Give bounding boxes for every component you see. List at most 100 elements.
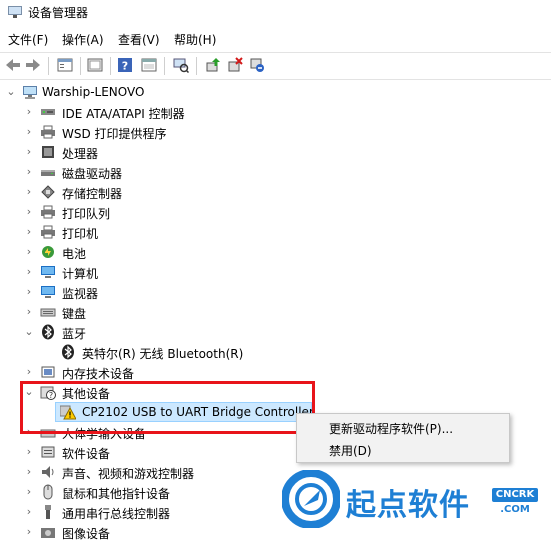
tree-item-computer[interactable]: › 计算机 <box>0 262 551 282</box>
disable-menu-item[interactable]: 禁用(D) <box>329 442 372 459</box>
tree-item-label: 监视器 <box>62 287 99 301</box>
svg-text:?: ? <box>49 391 53 400</box>
chevron-right-icon[interactable]: › <box>24 486 34 498</box>
menu-bar: 文件(F) 操作(A) 查看(V) 帮助(H) <box>0 28 551 50</box>
tree-item-label: CP2102 USB to UART Bridge Controller <box>82 405 314 419</box>
view-icon[interactable] <box>140 56 158 74</box>
tree-item-label: 处理器 <box>62 147 99 161</box>
chevron-right-icon[interactable]: › <box>24 226 34 238</box>
disk-drive-icon <box>40 164 56 180</box>
disable-device-icon[interactable] <box>248 56 266 74</box>
chevron-right-icon[interactable]: › <box>24 166 34 178</box>
scan-hardware-icon[interactable] <box>172 56 190 74</box>
window-title: 设备管理器 <box>28 6 89 20</box>
chevron-right-icon[interactable]: › <box>24 286 34 298</box>
tree-item-label: 人体学输入设备 <box>62 427 147 441</box>
monitor-icon <box>40 284 56 300</box>
chevron-right-icon[interactable]: › <box>24 106 34 118</box>
update-driver-menu-item[interactable]: 更新驱动程序软件(P)... <box>329 420 453 437</box>
tree-item-label: 打印队列 <box>62 207 111 221</box>
chevron-down-icon[interactable]: ⌄ <box>6 86 16 98</box>
update-driver-icon[interactable] <box>204 56 222 74</box>
device-manager-icon <box>8 6 22 18</box>
chevron-right-icon[interactable]: › <box>24 126 34 138</box>
tree-item-monitor[interactable]: › 监视器 <box>0 282 551 302</box>
watermark-logo-icon <box>281 469 341 529</box>
chevron-down-icon[interactable]: ⌄ <box>24 386 34 398</box>
tree-item-memory[interactable]: › 内存技术设备 <box>0 362 551 382</box>
chevron-right-icon[interactable]: › <box>24 246 34 258</box>
tree-item-processor[interactable]: › 处理器 <box>0 142 551 162</box>
chevron-right-icon[interactable]: › <box>24 466 34 478</box>
ide-controller-icon <box>40 104 56 120</box>
mouse-icon <box>40 484 56 500</box>
tree-item-label: 图像设备 <box>62 527 111 541</box>
tree-item-label: 打印机 <box>62 227 99 241</box>
menu-help[interactable]: 帮助(H) <box>174 31 216 48</box>
chevron-right-icon[interactable]: › <box>24 426 34 438</box>
tree-item-label: 磁盘驱动器 <box>62 167 123 181</box>
menu-view[interactable]: 查看(V) <box>118 31 160 48</box>
printer-icon <box>40 224 56 240</box>
tree-item-label: 键盘 <box>62 307 87 321</box>
tree-item-keyboard[interactable]: › 键盘 <box>0 302 551 322</box>
chevron-right-icon[interactable]: › <box>24 526 34 538</box>
watermark-domain: .COM <box>500 504 530 515</box>
hid-icon <box>40 424 56 440</box>
computer-icon <box>40 264 56 280</box>
tree-item-print-queue[interactable]: › 打印队列 <box>0 202 551 222</box>
keyboard-icon <box>40 304 56 320</box>
chevron-right-icon[interactable]: › <box>24 266 34 278</box>
watermark-badge: CNCRK <box>492 488 538 502</box>
usb-icon <box>40 504 56 520</box>
printer-icon <box>40 124 56 140</box>
menu-file[interactable]: 文件(F) <box>8 31 48 48</box>
properties-icon[interactable] <box>56 56 74 74</box>
tree-item-label: 通用串行总线控制器 <box>62 507 171 521</box>
chevron-right-icon[interactable]: › <box>24 506 34 518</box>
tree-item-ide[interactable]: › IDE ATA/ATAPI 控制器 <box>0 102 551 122</box>
tree-item-label: 声音、视频和游戏控制器 <box>62 467 195 481</box>
chevron-right-icon[interactable]: › <box>24 366 34 378</box>
chevron-right-icon[interactable]: › <box>24 186 34 198</box>
processor-icon <box>40 144 56 160</box>
chevron-right-icon[interactable]: › <box>24 306 34 318</box>
tree-item-label: 电池 <box>62 247 87 261</box>
watermark-brand: 起点软件 <box>346 488 470 523</box>
tree-item-printer[interactable]: › 打印机 <box>0 222 551 242</box>
menu-action[interactable]: 操作(A) <box>62 31 104 48</box>
uninstall-device-icon[interactable] <box>226 56 244 74</box>
help-icon[interactable]: ? <box>116 56 134 74</box>
tree-root[interactable]: ⌄ Warship-LENOVO <box>0 82 551 102</box>
chevron-right-icon[interactable]: › <box>24 146 34 158</box>
watermark: 起点软件 CNCRK .COM <box>281 469 542 529</box>
tree-item-label: 鼠标和其他指针设备 <box>62 487 171 501</box>
tree-item-intel-bluetooth[interactable]: 英特尔(R) 无线 Bluetooth(R) <box>0 342 551 362</box>
print-queue-icon <box>40 204 56 220</box>
tree-item-bluetooth[interactable]: ⌄ 蓝牙 <box>0 322 551 342</box>
bluetooth-icon <box>40 324 56 340</box>
tree-root-label: Warship-LENOVO <box>42 85 145 99</box>
tree-item-battery[interactable]: › 电池 <box>0 242 551 262</box>
computer-icon <box>22 84 38 100</box>
tree-item-label: 其他设备 <box>62 387 111 401</box>
forward-icon[interactable] <box>24 56 42 74</box>
tree-item-storage[interactable]: › 存储控制器 <box>0 182 551 202</box>
tree-item-label: 计算机 <box>62 267 99 281</box>
back-icon[interactable] <box>4 56 22 74</box>
tree-item-other-devices[interactable]: ⌄ ? 其他设备 <box>0 382 551 402</box>
software-device-icon <box>40 444 56 460</box>
tree-item-wsd[interactable]: › WSD 打印提供程序 <box>0 122 551 142</box>
chevron-right-icon[interactable]: › <box>24 446 34 458</box>
chevron-down-icon[interactable]: ⌄ <box>24 326 34 338</box>
tree-item-label: WSD 打印提供程序 <box>62 127 167 141</box>
svg-text:?: ? <box>122 60 128 73</box>
tree-item-disk[interactable]: › 磁盘驱动器 <box>0 162 551 182</box>
tree-item-label: 存储控制器 <box>62 187 123 201</box>
chevron-right-icon[interactable]: › <box>24 206 34 218</box>
battery-icon <box>40 244 56 260</box>
show-hide-icon[interactable] <box>86 56 104 74</box>
storage-controller-icon <box>40 184 56 200</box>
sound-icon <box>40 464 56 480</box>
warning-icon <box>59 404 77 420</box>
